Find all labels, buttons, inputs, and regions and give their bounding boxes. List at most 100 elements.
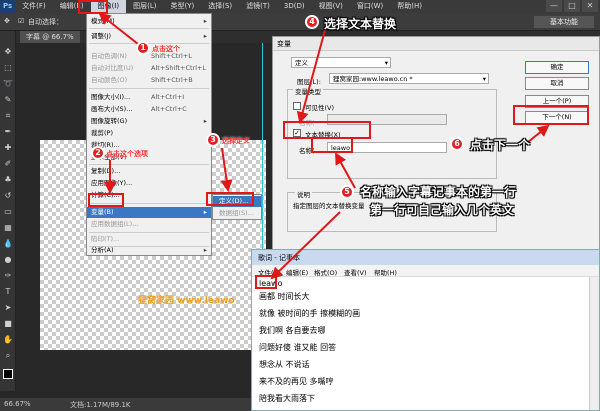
menu-item-duplicate[interactable]: 复制(D)... [87, 166, 211, 177]
highlight-image-menu [78, 0, 108, 14]
menu-item-label: 自动色调(N) [91, 52, 127, 60]
layer-label: 图层(L): [297, 78, 321, 86]
dialog-title: 变量 [273, 37, 599, 51]
shape-tool-icon[interactable]: ■ [3, 319, 13, 329]
notepad-menu-format[interactable]: 格式(O) [314, 267, 337, 277]
menu-item-auto-contrast[interactable]: 自动对比度(U) Alt+Shift+Ctrl+L [87, 63, 211, 74]
type-tool-icon[interactable]: T [3, 287, 13, 297]
zoom-tool-icon[interactable]: ⌕ [3, 351, 13, 361]
highlight-name-field [311, 137, 353, 153]
ok-button[interactable]: 确定 [525, 61, 589, 74]
visibility-checkbox[interactable] [293, 102, 301, 110]
auto-select-label: 自动选择： [28, 18, 63, 26]
chevron-right-icon: ▸ [203, 17, 207, 25]
menu-item-label: 裁剪(P) [91, 129, 113, 137]
menu-item-label: 应用数据组(L)... [91, 220, 139, 228]
menu-help[interactable]: 帮助(H) [390, 0, 429, 13]
gradient-tool-icon[interactable]: ▦ [3, 223, 13, 233]
eyedropper-tool-icon[interactable]: ✒ [3, 127, 13, 137]
notepad-line[interactable]: 问题好傻 谁又能 回答 [259, 342, 336, 353]
menu-item-label: 模式(M) [91, 17, 115, 25]
notepad-line[interactable]: 来不及的再见 多嘴哼 [259, 376, 334, 387]
crop-tool-icon[interactable]: ⌗ [3, 111, 13, 121]
notepad-menu-view[interactable]: 查看(V) [344, 267, 367, 277]
zoom-level[interactable]: 66.67% [4, 400, 31, 408]
menu-item-adjust[interactable]: 调整(J) ▸ [87, 31, 211, 42]
close-button[interactable]: ✕ [582, 0, 598, 12]
menu-window[interactable]: 窗口(W) [350, 0, 390, 13]
menu-item-label: 自动颜色(O) [91, 76, 128, 84]
essentials-button[interactable]: 基本功能 [534, 16, 594, 28]
divider [89, 88, 209, 89]
chevron-right-icon: ▸ [203, 246, 207, 254]
notepad-menu-edit[interactable]: 编辑(E) [286, 267, 308, 277]
notepad-line[interactable]: 想念从 不说话 [259, 359, 310, 370]
blur-tool-icon[interactable]: 💧 [3, 239, 13, 249]
notepad-menu-help[interactable]: 帮助(H) [374, 267, 397, 277]
mode-select[interactable]: 定义 ▾ [291, 57, 391, 68]
brush-tool-icon[interactable]: ✐ [3, 159, 13, 169]
lasso-tool-icon[interactable]: ➰ [3, 79, 13, 89]
divider [89, 28, 209, 29]
history-brush-tool-icon[interactable]: ↺ [3, 191, 13, 201]
step-4-text: 选择文本替换 [324, 17, 397, 31]
chevron-right-icon: ▸ [203, 208, 207, 216]
menu-item-crop[interactable]: 裁剪(P) [87, 128, 211, 139]
notepad-line[interactable]: 就像 被时间的手 擦模糊的画 [259, 308, 360, 319]
menu-view[interactable]: 视图(V) [312, 0, 350, 13]
document-tab[interactable]: 字幕 @ 66.7% [20, 31, 80, 43]
menu-item-canvas-size[interactable]: 画布大小(S)... Alt+Ctrl+C [87, 104, 211, 115]
highlight-notepad-first-line [255, 275, 277, 289]
menu-item-label: 自动对比度(U) [91, 64, 134, 72]
menu-shortcut: Alt+Ctrl+I [151, 93, 185, 101]
menu-item-analysis[interactable]: 分析(A) ▸ [87, 245, 211, 256]
menu-item-apply-image[interactable]: 应用图像(Y)... [87, 178, 211, 189]
menu-shortcut: Alt+Ctrl+C [151, 105, 187, 113]
menu-file[interactable]: 文件(F) [15, 0, 53, 13]
step-2-text: 点击这个选项 [106, 150, 148, 158]
notepad-window: 歌词 - 记事本 文件(F) 编辑(E) 格式(O) 查看(V) 帮助(H) l… [251, 249, 600, 411]
menu-item-label: 画布大小(S)... [91, 105, 133, 113]
hand-tool-icon[interactable]: ✋ [3, 335, 13, 345]
maximize-button[interactable]: □ [564, 0, 580, 12]
menu-item-auto-tone[interactable]: 自动色调(N) Shift+Ctrl+L [87, 51, 211, 62]
healing-tool-icon[interactable]: ✚ [3, 143, 13, 153]
menu-type[interactable]: 类型(Y) [163, 0, 201, 13]
pen-tool-icon[interactable]: ✑ [3, 271, 13, 281]
highlight-variables-item [88, 193, 124, 207]
menu-layer[interactable]: 图层(L) [126, 0, 163, 13]
submenu-item-data-sets[interactable]: 数据组(S)... [213, 208, 261, 219]
menu-item-auto-color[interactable]: 自动颜色(O) Shift+Ctrl+B [87, 75, 211, 86]
notepad-line[interactable]: 我们啊 各自要去哪 [259, 325, 326, 336]
menu-item-variables[interactable]: 变量(B) ▸ [87, 207, 211, 218]
marquee-tool-icon[interactable]: ⬚ [3, 63, 13, 73]
layer-select[interactable]: 狸窝家园:www.leawo.cn * ▾ [329, 73, 489, 84]
cancel-button[interactable]: 取消 [525, 77, 589, 90]
dodge-tool-icon[interactable]: ● [3, 255, 13, 265]
step-5-text-2: 第一行可自己输入几个英文 [370, 203, 515, 217]
eraser-tool-icon[interactable]: ▭ [3, 207, 13, 217]
stamp-tool-icon[interactable]: ♣ [3, 175, 13, 185]
move-tool-icon[interactable]: ✥ [3, 47, 13, 57]
notepad-title: 歌词 - 记事本 [252, 250, 599, 265]
menu-item-label: 图像大小(I)... [91, 93, 131, 101]
notepad-line[interactable]: 画都 时间长大 [259, 291, 310, 302]
menu-select[interactable]: 选择(S) [201, 0, 239, 13]
quick-select-tool-icon[interactable]: ✎ [3, 95, 13, 105]
visibility-label: 可见性(V) [305, 104, 335, 112]
menu-item-image-rotation[interactable]: 图像旋转(G) ▸ [87, 116, 211, 127]
path-select-tool-icon[interactable]: ➤ [3, 303, 13, 313]
menu-item-label: 陷印(T)... [91, 235, 120, 243]
menu-item-image-size[interactable]: 图像大小(I)... Alt+Ctrl+I [87, 92, 211, 103]
notepad-line[interactable]: 陪我看大雨落下 [259, 393, 315, 404]
notepad-scrollbar[interactable] [589, 277, 599, 410]
menu-item-apply-data-set[interactable]: 应用数据组(L)... [87, 219, 211, 230]
menu-item-mode[interactable]: 模式(M) ▸ [87, 16, 211, 27]
menu-item-trap[interactable]: 陷印(T)... [87, 234, 211, 245]
menu-3d[interactable]: 3D(D) [277, 0, 312, 13]
minimize-button[interactable]: — [546, 0, 562, 12]
menu-filter[interactable]: 滤镜(T) [239, 0, 277, 13]
auto-select-checkbox[interactable]: ☑ [18, 17, 24, 25]
step-6-badge: 6 [450, 137, 464, 151]
color-swatch-icon[interactable] [3, 369, 13, 379]
